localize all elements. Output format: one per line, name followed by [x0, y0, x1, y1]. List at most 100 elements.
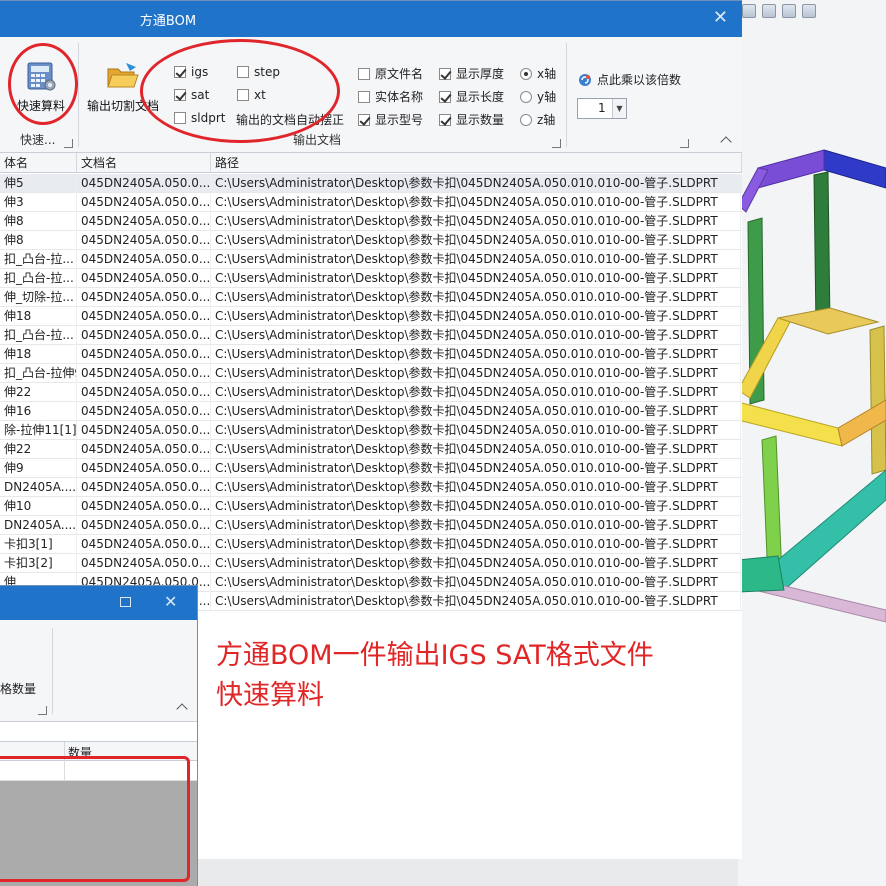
show-thickness-checkbox[interactable] — [439, 67, 451, 80]
cell-docname: 045DN2405A.050.0... — [77, 402, 211, 421]
export-group-expand-icon[interactable] — [552, 139, 561, 148]
multiply-button[interactable]: 点此乘以该倍数 — [578, 71, 681, 88]
multiplier-spinner[interactable]: 1 ▼ — [577, 98, 627, 119]
cell-docname: 045DN2405A.050.0... — [77, 497, 211, 516]
frame-model — [738, 149, 886, 623]
axis-z-radio[interactable]: z轴 — [520, 111, 555, 128]
cell-path: C:\Users\Administrator\Desktop\参数卡扣\045D… — [211, 383, 741, 402]
option-auto-align[interactable]: 输出的文档自动摆正 — [236, 111, 344, 128]
original-filename-checkbox[interactable] — [358, 67, 370, 80]
table-row[interactable]: 卡扣3[1] 045DN2405A.050.0... C:\Users\Admini… — [0, 535, 742, 554]
sldprt-checkbox[interactable] — [174, 112, 186, 124]
option-original-filename[interactable]: 原文件名 — [358, 65, 423, 82]
show-model-checkbox[interactable] — [358, 113, 370, 126]
option-igs[interactable]: igs — [174, 65, 208, 79]
table-row[interactable]: 扣_凸台-拉... 045DN2405A.050.0... C:\Users\Adm… — [0, 250, 742, 269]
option-step[interactable]: step — [237, 65, 280, 79]
cell-path: C:\Users\Administrator\Desktop\参数卡扣\045D… — [211, 231, 741, 250]
entity-name-checkbox[interactable] — [358, 90, 370, 103]
secondary-table-row[interactable] — [0, 761, 197, 781]
cell-docname: 045DN2405A.050.0... — [77, 516, 211, 535]
title-bar[interactable]: 方通BOM ✕ — [0, 1, 742, 37]
axis-y-radio[interactable]: y轴 — [520, 88, 556, 105]
column-header-path[interactable]: 路径 — [211, 153, 742, 173]
show-length-checkbox[interactable] — [439, 90, 451, 103]
table-row[interactable]: 扣_凸台-拉... 045DN2405A.050.0... C:\Users\Adm… — [0, 269, 742, 288]
cell-path: C:\Users\Administrator\Desktop\参数卡扣\045D… — [211, 535, 741, 554]
folder-open-icon — [107, 63, 139, 88]
sat-checkbox[interactable] — [174, 89, 186, 101]
cell-name: 扣_凸台-拉... — [0, 269, 77, 288]
cell-name: 伸5 — [0, 174, 77, 193]
table-row[interactable]: 伸18 045DN2405A.050.0... C:\Users\Administr… — [0, 307, 742, 326]
table-row[interactable]: 伸22 045DN2405A.050.0... C:\Users\Administr… — [0, 383, 742, 402]
cell-path: C:\Users\Administrator\Desktop\参数卡扣\045D… — [211, 250, 741, 269]
table-row[interactable]: 伸22 045DN2405A.050.0... C:\Users\Administr… — [0, 440, 742, 459]
table-row[interactable]: 除-拉伸11[1] 045DN2405A.050.0... C:\Users\Adm… — [0, 421, 742, 440]
table-row[interactable]: 伸3 045DN2405A.050.0... C:\Users\Administra… — [0, 193, 742, 212]
step-checkbox[interactable] — [237, 66, 249, 78]
quick-calc-button[interactable]: 快速算料 — [10, 61, 72, 114]
cell-docname: 045DN2405A.050.0... — [77, 345, 211, 364]
column-header-quantity[interactable]: 数量 — [68, 744, 92, 761]
table-row[interactable]: 伸8 045DN2405A.050.0... C:\Users\Administra… — [0, 231, 742, 250]
cell-path: C:\Users\Administrator\Desktop\参数卡扣\045D… — [211, 326, 741, 345]
igs-checkbox[interactable] — [174, 66, 186, 78]
table-row[interactable]: DN2405A.... 045DN2405A.050.0... C:\Users\A… — [0, 516, 742, 535]
cell-path: C:\Users\Administrator\Desktop\参数卡扣\045D… — [211, 592, 741, 611]
cell-docname: 045DN2405A.050.0... — [77, 554, 211, 573]
table-row[interactable]: 伸10 045DN2405A.050.0... C:\Users\Administr… — [0, 497, 742, 516]
sub-collapse-icon[interactable] — [176, 703, 188, 715]
option-sldprt[interactable]: sldprt — [174, 111, 225, 125]
cell-docname: 045DN2405A.050.0... — [77, 364, 211, 383]
cell-docname: 045DN2405A.050.0... — [77, 307, 211, 326]
show-quantity-checkbox[interactable] — [439, 113, 451, 126]
export-group-title: 输出文档 — [293, 133, 342, 147]
sub-group-expand-icon[interactable] — [38, 706, 47, 715]
3d-viewport[interactable] — [738, 0, 886, 886]
table-row[interactable]: 伸8 045DN2405A.050.0... C:\Users\Administra… — [0, 212, 742, 231]
table-row[interactable]: 扣_凸台-拉... 045DN2405A.050.0... C:\Users\Adm… — [0, 326, 742, 345]
table-row[interactable]: 伸5 045DN2405A.050.0... C:\Users\Administra… — [0, 174, 742, 193]
cell-docname: 045DN2405A.050.0... — [77, 193, 211, 212]
quick-group-expand-icon[interactable] — [64, 139, 73, 148]
cell-path: C:\Users\Administrator\Desktop\参数卡扣\045D… — [211, 193, 741, 212]
maximize-icon[interactable] — [120, 597, 131, 607]
column-header-docname[interactable]: 文档名 — [77, 153, 211, 173]
calculator-icon — [27, 62, 56, 91]
xt-checkbox[interactable] — [237, 89, 249, 101]
table-row[interactable]: 伸16 045DN2405A.050.0... C:\Users\Administr… — [0, 402, 742, 421]
table-row[interactable]: 伸_切除-拉... 045DN2405A.050.0... C:\Users\Adm… — [0, 288, 742, 307]
spinner-down-icon[interactable]: ▼ — [612, 99, 626, 118]
multiplier-group-expand-icon[interactable] — [680, 139, 689, 148]
option-entity-name[interactable]: 实体名称 — [358, 88, 423, 105]
cell-docname: 045DN2405A.050.0... — [77, 478, 211, 497]
axis-x-radio[interactable]: x轴 — [520, 65, 556, 82]
table-row[interactable]: 伸9 045DN2405A.050.0... C:\Users\Administra… — [0, 459, 742, 478]
secondary-window: ✕ 表格数量 数量 — [0, 585, 198, 886]
secondary-title-bar[interactable]: ✕ — [0, 586, 197, 620]
table-quantity-label[interactable]: 表格数量 — [0, 680, 36, 697]
cell-name: 伸8 — [0, 231, 77, 250]
option-show-quantity[interactable]: 显示数量 — [439, 111, 504, 128]
caption-line-1: 方通BOM一件输出IGS SAT格式文件 — [216, 640, 654, 671]
table-row[interactable]: 扣_凸台-拉伸9 045DN2405A.050.0... C:\Users\Admi… — [0, 364, 742, 383]
table-row[interactable]: 伸18 045DN2405A.050.0... C:\Users\Administr… — [0, 345, 742, 364]
option-show-length[interactable]: 显示长度 — [439, 88, 504, 105]
window-title: 方通BOM — [139, 14, 197, 29]
cell-path: C:\Users\Administrator\Desktop\参数卡扣\045D… — [211, 459, 741, 478]
option-xt[interactable]: xt — [237, 88, 266, 102]
export-cut-doc-button[interactable]: 输出切割文档 — [84, 61, 162, 114]
option-show-thickness[interactable]: 显示厚度 — [439, 65, 504, 82]
close-button[interactable]: ✕ — [713, 7, 728, 28]
multiplier-value: 1 — [598, 101, 606, 115]
cell-docname: 045DN2405A.050.0... — [77, 383, 211, 402]
column-header-name[interactable]: 体名 — [0, 153, 77, 173]
option-sat[interactable]: sat — [174, 88, 209, 102]
collapse-ribbon-icon[interactable] — [720, 136, 732, 148]
option-show-model[interactable]: 显示型号 — [358, 111, 423, 128]
quick-calc-label: 快速算料 — [16, 99, 65, 113]
secondary-close-icon[interactable]: ✕ — [164, 592, 177, 611]
table-row[interactable]: DN2405A.... 045DN2405A.050.0... C:\Users\A… — [0, 478, 742, 497]
table-row[interactable]: 卡扣3[2] 045DN2405A.050.0... C:\Users\Admini… — [0, 554, 742, 573]
